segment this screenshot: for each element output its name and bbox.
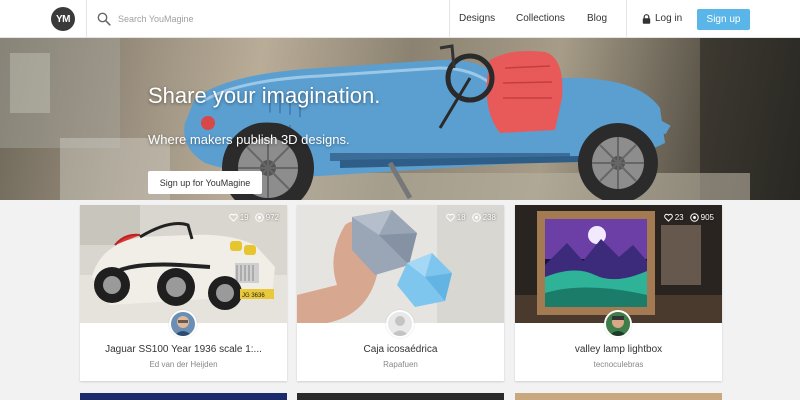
heart-icon xyxy=(228,213,238,222)
card-thumbnail[interactable]: JG 3636 19 972 xyxy=(80,205,287,323)
likes-count: 18 xyxy=(456,213,466,222)
card-author[interactable]: Ed van der Heijden xyxy=(80,360,287,369)
card-stats: 18 238 xyxy=(445,213,496,222)
eye-icon xyxy=(254,213,264,222)
icosahedron-box-image xyxy=(297,205,504,323)
hero-title: Share your imagination. xyxy=(148,83,381,108)
card-author[interactable]: Rapafuen xyxy=(297,360,504,369)
logo[interactable]: YM xyxy=(51,7,75,31)
login-label: Log in xyxy=(655,13,683,24)
search-input[interactable] xyxy=(118,9,418,29)
heart-icon xyxy=(663,213,673,222)
views-stat: 972 xyxy=(254,213,279,222)
author-avatar[interactable] xyxy=(604,310,632,338)
views-stat: 905 xyxy=(689,213,714,222)
design-card[interactable]: JG 3636 19 972 Jaguar SS100 Year 1936 sc… xyxy=(80,205,287,381)
card-stats: 19 972 xyxy=(228,213,279,222)
likes-stat: 19 xyxy=(228,213,249,222)
divider xyxy=(86,0,87,38)
lock-icon xyxy=(642,13,651,24)
top-navbar: YM Designs Collections Blog Log in Sign … xyxy=(0,0,800,38)
views-count: 972 xyxy=(265,213,279,222)
card-stats: 23 905 xyxy=(663,213,714,222)
signup-button[interactable]: Sign up xyxy=(697,9,750,30)
card-thumbnail[interactable]: 23 905 xyxy=(515,205,722,323)
nav-collections[interactable]: Collections xyxy=(516,13,565,24)
design-card-partial[interactable] xyxy=(297,393,504,400)
views-count: 905 xyxy=(700,213,714,222)
views-stat: 238 xyxy=(471,213,496,222)
hero-car-image xyxy=(0,38,800,200)
nav-designs[interactable]: Designs xyxy=(459,13,495,24)
design-card-partial[interactable] xyxy=(80,393,287,400)
design-card-partial[interactable] xyxy=(515,393,722,400)
hero-banner: Share your imagination. Where makers pub… xyxy=(0,38,800,200)
views-count: 238 xyxy=(482,213,496,222)
card-title[interactable]: valley lamp lightbox xyxy=(515,344,722,355)
design-card[interactable]: 23 905 valley lamp lightbox tecnoculebra… xyxy=(515,205,722,381)
design-card[interactable]: 18 238 Caja icosaédrica Rapafuen xyxy=(297,205,504,381)
likes-stat: 18 xyxy=(445,213,466,222)
jaguar-car-image: JG 3636 xyxy=(80,205,287,323)
divider xyxy=(449,0,450,38)
divider xyxy=(626,0,627,38)
card-author[interactable]: tecnoculebras xyxy=(515,360,722,369)
svg-text:JG 3636: JG 3636 xyxy=(242,293,265,299)
card-thumbnail[interactable]: 18 238 xyxy=(297,205,504,323)
likes-count: 23 xyxy=(674,213,684,222)
author-avatar[interactable] xyxy=(386,310,414,338)
likes-stat: 23 xyxy=(663,213,684,222)
hero-subtitle: Where makers publish 3D designs. xyxy=(148,132,350,147)
card-title[interactable]: Caja icosaédrica xyxy=(297,344,504,355)
heart-icon xyxy=(445,213,455,222)
login-link[interactable]: Log in xyxy=(642,13,682,24)
nav-blog[interactable]: Blog xyxy=(587,13,607,24)
eye-icon xyxy=(689,213,699,222)
hero-signup-button[interactable]: Sign up for YouMagine xyxy=(148,171,262,194)
likes-count: 19 xyxy=(239,213,249,222)
author-avatar[interactable] xyxy=(169,310,197,338)
search-icon[interactable] xyxy=(97,12,111,26)
valley-lamp-image xyxy=(515,205,722,323)
eye-icon xyxy=(471,213,481,222)
card-title[interactable]: Jaguar SS100 Year 1936 scale 1:... xyxy=(80,344,287,355)
